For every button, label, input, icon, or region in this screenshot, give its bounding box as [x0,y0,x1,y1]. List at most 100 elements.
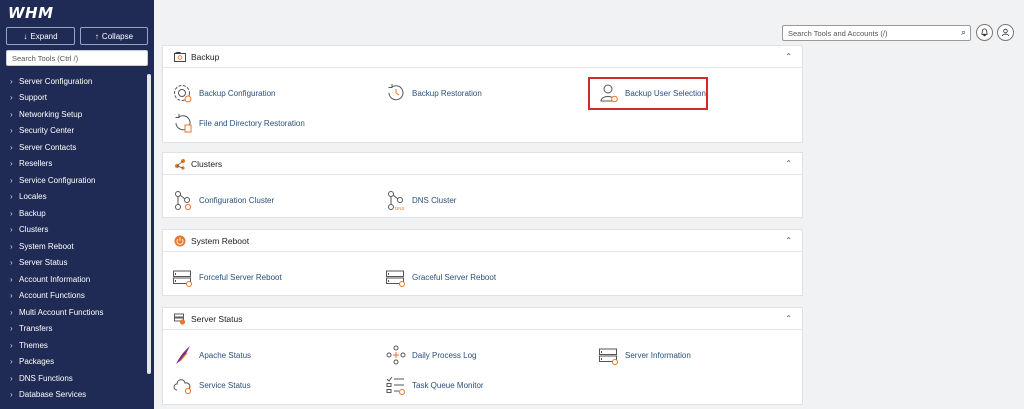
system-reboot-panel-title: System Reboot [191,235,250,246]
notifications-button[interactable] [976,24,993,41]
sidebar-item-themes[interactable]: › Themes [0,337,145,354]
tool-configuration-cluster[interactable]: Configuration Cluster [172,187,274,213]
chevron-right-icon: › [10,291,13,301]
arrow-down-icon: ↓ [23,31,28,41]
system-reboot-panel-header[interactable]: System Reboot ⌃ [163,230,802,252]
chevron-right-icon: › [10,76,13,86]
chevron-right-icon: › [10,357,13,367]
power-icon [173,234,187,248]
sidebar-item-backup[interactable]: › Backup [0,205,145,222]
sidebar-item-server-status[interactable]: › Server Status [0,255,145,272]
chevron-right-icon: › [10,159,13,169]
server-status-panel-title: Server Status [191,313,243,324]
server-icon [385,266,407,288]
sidebar-item-server-configuration[interactable]: › Server Configuration [0,73,145,90]
backup-panel-header[interactable]: Backup ⌃ [163,46,802,68]
chevron-up-icon[interactable]: ⌃ [785,236,792,245]
tool-forceful-server-reboot[interactable]: Forceful Server Reboot [172,264,282,290]
chevron-up-icon[interactable]: ⌃ [785,159,792,168]
backup-section-icon [173,50,187,64]
sidebar-scrollbar[interactable] [147,74,151,374]
tool-label: Server Information [625,350,691,360]
sidebar-item-label: Server Status [19,258,68,268]
tool-label: Graceful Server Reboot [412,272,497,282]
arrow-up-icon: ↑ [94,31,99,41]
sidebar-item-system-reboot[interactable]: › System Reboot [0,238,145,255]
global-search-input[interactable]: Search Tools and Accounts (/) ⌕ [782,25,971,41]
server-status-panel-header[interactable]: Server Status ⌃ [163,308,802,330]
expand-label: Expand [30,31,58,41]
chevron-right-icon: › [10,175,13,185]
sidebar-item-server-contacts[interactable]: › Server Contacts [0,139,145,156]
sidebar-item-label: Service Configuration [19,175,96,185]
sidebar-search-placeholder: Search Tools (Ctrl /) [12,54,79,63]
user-menu-button[interactable] [997,24,1014,41]
chevron-right-icon: › [10,258,13,268]
chevron-right-icon: › [10,225,13,235]
tool-daily-process-log[interactable]: Daily Process Log [385,342,476,368]
chevron-right-icon: › [10,307,13,317]
clusters-panel-header[interactable]: Clusters ⌃ [163,153,802,175]
cluster-icon [172,189,194,211]
sidebar-item-label: Packages [19,357,55,367]
sidebar-item-label: Account Information [19,274,91,284]
sidebar-search-input[interactable]: Search Tools (Ctrl /) [6,50,148,66]
sidebar-item-dns-functions[interactable]: › DNS Functions [0,370,145,387]
sidebar-item-security-center[interactable]: › Security Center [0,123,145,140]
sidebar-item-label: Resellers [19,159,53,169]
tool-label: Backup Restoration [412,88,482,98]
sidebar-item-networking-setup[interactable]: › Networking Setup [0,106,145,123]
apache-feather-icon [172,344,194,366]
tool-server-information[interactable]: Server Information [598,342,691,368]
chevron-right-icon: › [10,126,13,136]
sidebar-item-resellers[interactable]: › Resellers [0,156,145,173]
global-search-placeholder: Search Tools and Accounts (/) [788,29,888,38]
whm-logo[interactable]: WHM [8,4,54,22]
tool-dns-cluster[interactable]: DNS DNS Cluster [385,187,456,213]
sidebar-item-label: Backup [19,208,46,218]
server-icon [598,344,620,366]
tool-label: Daily Process Log [412,350,477,360]
sidebar-item-label: DNS Functions [19,373,73,383]
search-icon[interactable]: ⌕ [961,27,966,38]
sidebar-item-service-configuration[interactable]: › Service Configuration [0,172,145,189]
tool-file-and-directory-restoration[interactable]: File and Directory Restoration [172,110,305,136]
sidebar-item-transfers[interactable]: › Transfers [0,321,145,338]
server-status-section-icon [173,312,187,326]
chevron-up-icon[interactable]: ⌃ [785,52,792,61]
sidebar-item-locales[interactable]: › Locales [0,189,145,206]
bell-icon [981,28,988,37]
tool-task-queue-monitor[interactable]: Task Queue Monitor [385,372,484,398]
collapse-label: Collapse [101,31,134,41]
tool-backup-restoration[interactable]: Backup Restoration [385,80,482,106]
sidebar-item-label: System Reboot [19,241,74,251]
expand-button[interactable]: ↓ Expand [6,27,75,45]
sidebar-item-multi-account-functions[interactable]: › Multi Account Functions [0,304,145,321]
chevron-right-icon: › [10,208,13,218]
collapse-button[interactable]: ↑ Collapse [80,27,148,45]
sidebar-item-database-services[interactable]: › Database Services [0,387,145,404]
tool-backup-configuration[interactable]: Backup Configuration [172,80,276,106]
sidebar-item-label: Server Configuration [19,76,93,86]
tool-graceful-server-reboot[interactable]: Graceful Server Reboot [385,264,496,290]
tool-label: DNS Cluster [412,195,457,205]
sidebar-item-support[interactable]: › Support [0,90,145,107]
tool-label: Apache Status [199,350,252,360]
sidebar-item-account-information[interactable]: › Account Information [0,271,145,288]
sidebar-item-account-functions[interactable]: › Account Functions [0,288,145,305]
chevron-right-icon: › [10,390,13,400]
chevron-right-icon: › [10,93,13,103]
sidebar-item-packages[interactable]: › Packages [0,354,145,371]
cloud-icon [172,374,194,396]
sidebar-item-label: Locales [19,192,47,202]
tool-service-status[interactable]: Service Status [172,372,251,398]
tool-apache-status[interactable]: Apache Status [172,342,251,368]
chevron-up-icon[interactable]: ⌃ [785,314,792,323]
sidebar-item-clusters[interactable]: › Clusters [0,222,145,239]
restore-clock-icon [385,82,407,104]
chevron-right-icon: › [10,340,13,350]
dns-cluster-icon: DNS [385,189,407,211]
sidebar-item-label: Server Contacts [19,142,77,152]
sidebar-item-label: Multi Account Functions [19,307,104,317]
highlight-box [588,77,708,110]
